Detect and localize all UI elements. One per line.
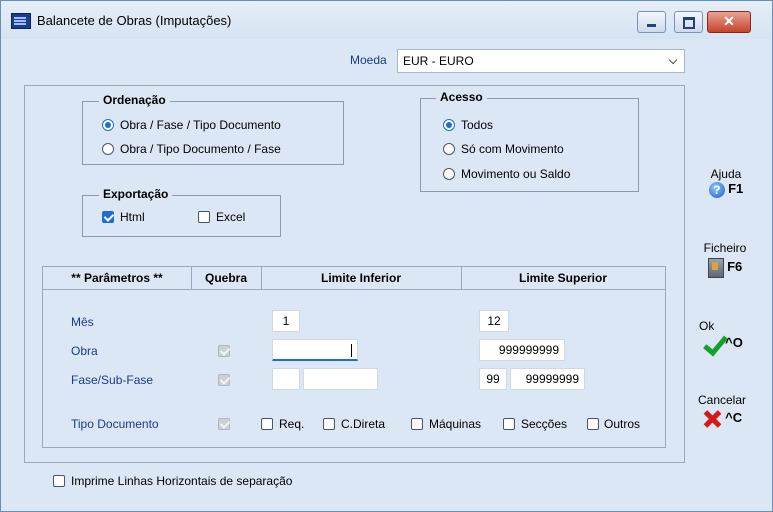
cancelar-button[interactable]: Cancelar ^C <box>691 393 753 429</box>
tipo-documento-quebra-checkbox[interactable] <box>218 418 230 430</box>
cancelar-key: ^C <box>725 410 743 426</box>
linhas-horizontais-label[interactable]: Imprime Linhas Horizontais de separação <box>71 474 292 488</box>
exportacao-excel-label[interactable]: Excel <box>216 210 245 224</box>
text-caret <box>351 344 352 357</box>
linhas-horizontais-checkbox[interactable] <box>53 475 65 487</box>
ficheiro-key: F6 <box>727 259 743 275</box>
fase-superior-input[interactable]: 99 <box>479 368 507 390</box>
exportacao-html-label[interactable]: Html <box>120 210 145 224</box>
acesso-option-todos[interactable]: Todos <box>461 118 493 132</box>
ok-button[interactable]: Ok ^O <box>693 319 753 352</box>
acesso-title: Acesso <box>436 90 487 104</box>
obra-superior-input[interactable]: 999999999 <box>479 339 565 361</box>
ok-label: Ok <box>699 319 715 333</box>
exportacao-title: Exportação <box>99 187 173 201</box>
ajuda-key: F1 <box>728 181 744 196</box>
tipo-documento-label: Tipo Documento <box>71 417 159 431</box>
ok-key: ^O <box>725 335 743 350</box>
header-quebra: Quebra <box>191 267 262 289</box>
subfase-superior-input[interactable]: 99999999 <box>510 368 585 390</box>
tipo-outros-label[interactable]: Outros <box>604 417 640 431</box>
ajuda-label: Ajuda <box>710 167 742 181</box>
ajuda-button[interactable]: Ajuda ? F1 <box>701 167 751 198</box>
ficheiro-label: Ficheiro <box>703 241 747 255</box>
fase-quebra-checkbox[interactable] <box>218 374 230 386</box>
maximize-button[interactable] <box>674 11 703 33</box>
ordenacao-title: Ordenação <box>99 93 170 107</box>
acesso-radio-movimento[interactable] <box>443 143 455 155</box>
mes-inferior-input[interactable]: 1 <box>272 310 300 332</box>
ordenacao-option-2[interactable]: Obra / Tipo Documento / Fase <box>120 142 281 156</box>
tipo-seccoes-checkbox[interactable] <box>503 418 515 430</box>
dialog-window: Balancete de Obras (Imputações) ✕ Moeda … <box>0 0 773 512</box>
help-icon: ? <box>708 181 725 198</box>
window-title: Balancete de Obras (Imputações) <box>37 13 232 28</box>
acesso-option-saldo[interactable]: Movimento ou Saldo <box>461 167 570 181</box>
acesso-option-movimento[interactable]: Só com Movimento <box>461 142 564 156</box>
header-limite-superior: Limite Superior <box>518 271 607 285</box>
exportacao-html-checkbox[interactable] <box>102 211 114 223</box>
ordenacao-option-1[interactable]: Obra / Fase / Tipo Documento <box>120 118 281 132</box>
cancelar-label: Cancelar <box>697 393 747 407</box>
ficheiro-button[interactable]: Ficheiro F6 <box>695 241 755 278</box>
header-limite-inferior: Limite Inferior <box>261 267 462 289</box>
acesso-radio-todos[interactable] <box>443 119 455 131</box>
obra-inferior-input[interactable] <box>272 339 358 361</box>
moeda-label: Moeda <box>350 53 387 67</box>
maximize-icon <box>683 17 695 29</box>
tipo-maquinas-checkbox[interactable] <box>411 418 423 430</box>
ordenacao-radio-1[interactable] <box>102 119 114 131</box>
minimize-icon <box>647 24 656 27</box>
tipo-cdireta-label[interactable]: C.Direta <box>341 417 385 431</box>
tipo-outros-checkbox[interactable] <box>587 418 599 430</box>
tipo-req-label[interactable]: Req. <box>279 417 304 431</box>
chevron-down-icon <box>668 55 678 65</box>
tipo-maquinas-label[interactable]: Máquinas <box>429 417 481 431</box>
moeda-value: EUR - EURO <box>403 54 474 68</box>
exportacao-excel-checkbox[interactable] <box>198 211 210 223</box>
close-button[interactable]: ✕ <box>707 11 751 33</box>
file-cabinet-icon <box>707 258 724 278</box>
close-icon: ✕ <box>723 13 735 29</box>
title-bar: Balancete de Obras (Imputações) ✕ <box>1 1 772 39</box>
tipo-seccoes-label[interactable]: Secções <box>521 417 567 431</box>
tipo-cdireta-checkbox[interactable] <box>323 418 335 430</box>
ordenacao-radio-2[interactable] <box>102 143 114 155</box>
mes-superior-input[interactable]: 12 <box>479 310 509 332</box>
obra-quebra-checkbox[interactable] <box>218 345 230 357</box>
tipo-req-checkbox[interactable] <box>261 418 273 430</box>
moeda-select[interactable]: EUR - EURO <box>397 49 685 73</box>
parametros-header: ** Parâmetros ** Quebra Limite Inferior … <box>43 267 665 290</box>
app-icon <box>11 13 31 29</box>
cancel-x-icon <box>702 409 722 429</box>
obra-label: Obra <box>71 344 98 358</box>
fase-label: Fase/Sub-Fase <box>71 373 154 387</box>
checkmark-icon <box>703 336 725 352</box>
minimize-button[interactable] <box>637 11 666 33</box>
subfase-inferior-input[interactable] <box>303 368 378 390</box>
header-parametros: ** Parâmetros ** <box>43 267 192 289</box>
fase-inferior-input[interactable] <box>272 368 300 390</box>
mes-label: Mês <box>71 315 94 329</box>
acesso-radio-saldo[interactable] <box>443 168 455 180</box>
